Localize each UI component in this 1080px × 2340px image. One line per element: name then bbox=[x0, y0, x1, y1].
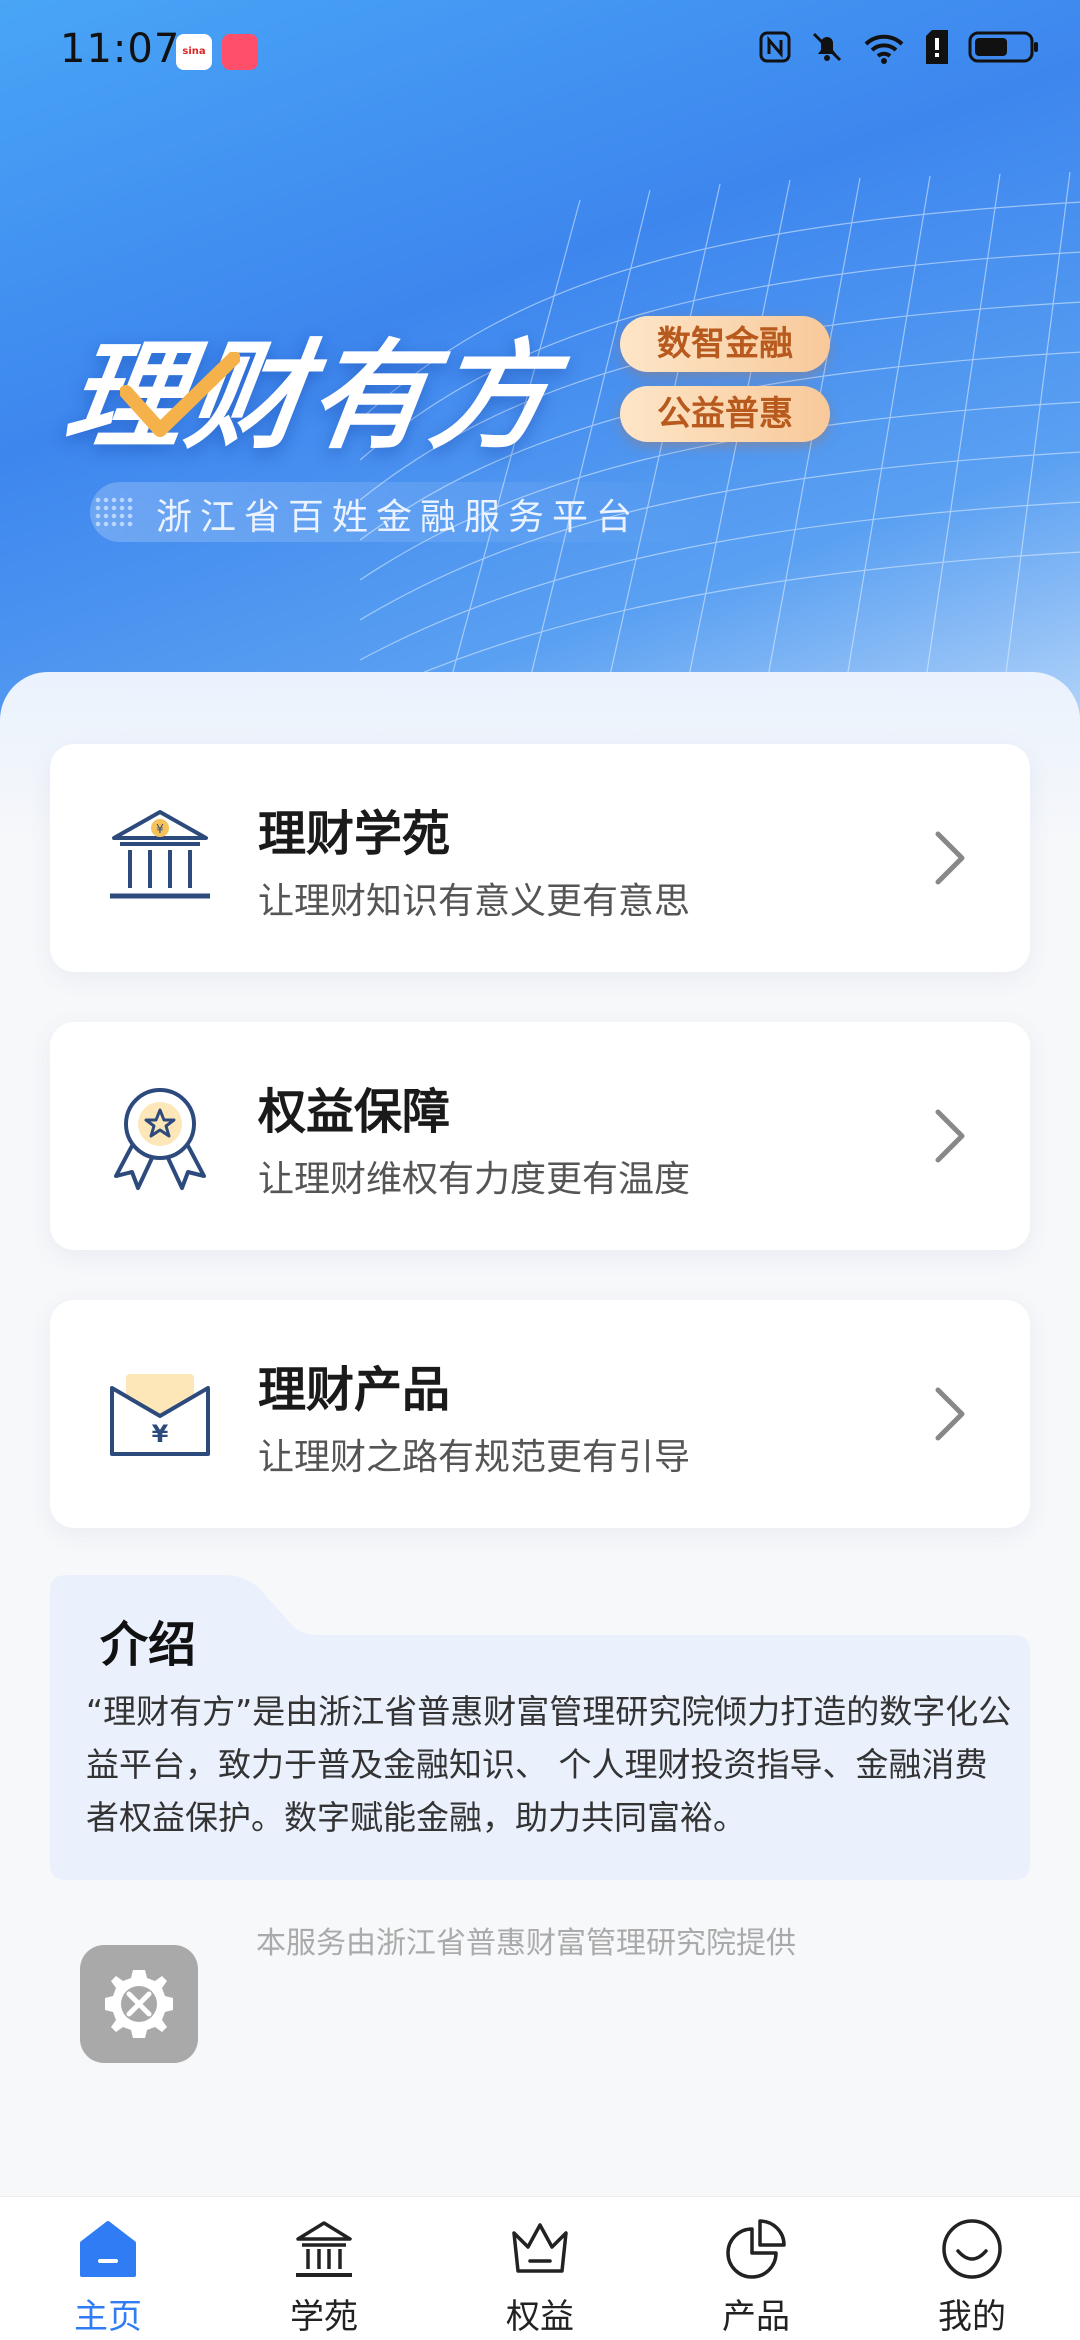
notification-app-icon bbox=[222, 34, 258, 70]
tagline-text: 浙江省百姓金融服务平台 bbox=[156, 497, 641, 538]
tab-academy[interactable]: 学苑 bbox=[216, 2197, 432, 2340]
status-bar: 11:07 sina bbox=[0, 0, 1080, 100]
home-icon bbox=[80, 2221, 136, 2277]
chevron-right-icon bbox=[935, 1109, 965, 1163]
tagline-dots-decoration bbox=[94, 496, 134, 530]
badge-public-welfare: 公益普惠 bbox=[620, 386, 830, 442]
card-title: 理财产品 bbox=[258, 1362, 451, 1418]
tab-label: 主页 bbox=[74, 2297, 142, 2337]
tab-rights[interactable]: 权益 bbox=[432, 2197, 648, 2340]
svg-text:¥: ¥ bbox=[156, 822, 164, 836]
bottom-tab-bar: 主页 学苑 权益 产品 我的 bbox=[0, 2196, 1080, 2340]
nfc-icon bbox=[759, 31, 791, 63]
smile-profile-icon bbox=[942, 2219, 1002, 2279]
bank-icon: ¥ bbox=[110, 810, 210, 899]
sim-icon bbox=[926, 30, 948, 64]
tab-products[interactable]: 产品 bbox=[648, 2197, 864, 2340]
service-provider-note: 本服务由浙江省普惠财富管理研究院提供 bbox=[256, 1926, 796, 1961]
tab-label: 权益 bbox=[506, 2297, 574, 2337]
badge-digital-finance: 数智金融 bbox=[620, 316, 830, 372]
bank-icon bbox=[296, 2221, 352, 2277]
intro-title: 介绍 bbox=[100, 1617, 197, 1673]
wifi-icon bbox=[864, 34, 904, 64]
card-finance-products[interactable]: ¥ 理财产品 让理财之路有规范更有引导 bbox=[50, 1300, 1030, 1528]
checkmark-icon bbox=[120, 352, 240, 437]
sina-app-icon: sina bbox=[176, 34, 212, 70]
chevron-right-icon bbox=[935, 1387, 965, 1441]
tab-label: 学苑 bbox=[290, 2297, 358, 2337]
battery-icon bbox=[968, 31, 1038, 63]
mute-icon bbox=[812, 32, 842, 62]
tab-mine[interactable]: 我的 bbox=[864, 2197, 1080, 2340]
status-time: 11:07 bbox=[60, 26, 181, 72]
tab-label: 我的 bbox=[938, 2297, 1006, 2337]
card-subtitle: 让理财知识有意义更有意思 bbox=[258, 881, 691, 922]
card-finance-academy[interactable]: ¥ 理财学苑 让理财知识有意义更有意思 bbox=[50, 744, 1030, 972]
card-rights-protection[interactable]: 权益保障 让理财维权有力度更有温度 bbox=[50, 1022, 1030, 1250]
envelope-icon: ¥ bbox=[110, 1374, 210, 1456]
tools-gear-icon bbox=[105, 1970, 173, 2038]
settings-floating-button[interactable] bbox=[80, 1945, 198, 2063]
card-title: 权益保障 bbox=[258, 1084, 451, 1140]
tab-home[interactable]: 主页 bbox=[0, 2197, 216, 2340]
crown-icon bbox=[512, 2223, 568, 2273]
svg-text:¥: ¥ bbox=[152, 1420, 169, 1448]
pie-chart-icon bbox=[726, 2219, 786, 2279]
medal-icon bbox=[114, 1088, 206, 1190]
tab-label: 产品 bbox=[722, 2297, 790, 2337]
chevron-right-icon bbox=[935, 831, 965, 885]
card-title: 理财学苑 bbox=[258, 806, 451, 862]
intro-section: 介绍 “理财有方”是由浙江省普惠财富管理研究院倾力打造的数字化公益平台，致力于普… bbox=[50, 1575, 1030, 1880]
card-subtitle: 让理财之路有规范更有引导 bbox=[258, 1437, 691, 1478]
card-subtitle: 让理财维权有力度更有温度 bbox=[258, 1159, 691, 1200]
intro-text: “理财有方”是由浙江省普惠财富管理研究院倾力打造的数字化公益平台，致力于普及金融… bbox=[86, 1692, 1012, 1837]
